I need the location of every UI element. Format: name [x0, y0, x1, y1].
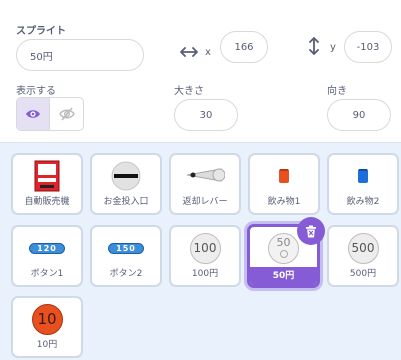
sprite-label: スプライト — [16, 26, 66, 37]
sprite-name: 50円 — [250, 267, 317, 285]
size-label: 大きさ — [174, 86, 204, 97]
show-label: 表示する — [16, 86, 56, 97]
eye-slash-icon — [58, 107, 75, 121]
button-120-icon: 120 — [29, 242, 65, 254]
sprite-tile-coin100[interactable]: 100 100円 — [169, 225, 241, 287]
sprite-name-input[interactable]: 50円 — [16, 39, 144, 71]
visibility-toggle — [16, 97, 84, 131]
x-label: x — [205, 47, 211, 58]
return-lever-icon — [186, 168, 225, 182]
direction-input[interactable]: 90 — [327, 99, 391, 131]
y-label: y — [330, 42, 336, 53]
eye-icon — [26, 110, 40, 118]
coin-100-icon: 100 — [189, 232, 221, 264]
sprite-tile-vending-machine[interactable]: 自動販売機 — [11, 153, 83, 215]
sprite-tile-button2[interactable]: 150 ボタン2 — [90, 225, 162, 287]
sprite-tile-drink1[interactable]: 飲み物1 — [248, 153, 320, 215]
sprite-tile-drink2[interactable]: 飲み物2 — [327, 153, 399, 215]
sprite-name: お金投入口 — [103, 197, 149, 207]
drink-red-icon — [279, 169, 289, 183]
coin-50-icon: 50 — [268, 232, 299, 264]
show-button[interactable] — [17, 98, 51, 130]
coin-500-icon: 500 — [347, 232, 379, 264]
trash-icon — [306, 225, 316, 237]
sprite-name: 100円 — [191, 269, 219, 279]
x-input[interactable]: 166 — [220, 31, 268, 63]
direction-label: 向き — [327, 86, 347, 97]
sprite-tile-coin10[interactable]: 10 10円 — [11, 296, 83, 358]
button-150-icon: 150 — [108, 242, 144, 254]
sprite-tile-button1[interactable]: 120 ボタン1 — [11, 225, 83, 287]
coin-10-icon: 10 — [31, 303, 63, 335]
coin-slot-icon — [111, 161, 141, 191]
sprite-name: 飲み物2 — [346, 197, 380, 207]
x-arrow-icon — [180, 47, 198, 57]
sprite-tile-return-lever[interactable]: 返却レバー — [169, 153, 241, 215]
size-input[interactable]: 30 — [174, 99, 238, 131]
sprite-name: 飲み物1 — [267, 197, 301, 207]
sprite-info-panel: スプライト 50円 x 166 y -103 表示する 大きさ 30 向き 90 — [0, 0, 401, 143]
hide-button[interactable] — [50, 98, 83, 130]
y-input[interactable]: -103 — [344, 31, 392, 63]
drink-blue-icon — [358, 169, 368, 183]
sprite-name: ボタン2 — [109, 269, 143, 279]
sprite-name: 返却レバー — [182, 197, 228, 207]
vending-machine-icon — [34, 160, 60, 192]
sprite-name: 10円 — [36, 340, 58, 350]
sprite-name: ボタン1 — [30, 269, 64, 279]
coin-50-label: 50 — [276, 235, 291, 249]
sprite-name: 500円 — [349, 269, 377, 279]
y-arrow-icon — [309, 37, 319, 55]
sprite-name: 自動販売機 — [24, 197, 70, 207]
coin-hole — [279, 249, 288, 258]
sprite-tile-coin-slot[interactable]: お金投入口 — [90, 153, 162, 215]
delete-sprite-button[interactable] — [297, 217, 325, 245]
sprite-tile-coin500[interactable]: 500 500円 — [327, 225, 399, 287]
